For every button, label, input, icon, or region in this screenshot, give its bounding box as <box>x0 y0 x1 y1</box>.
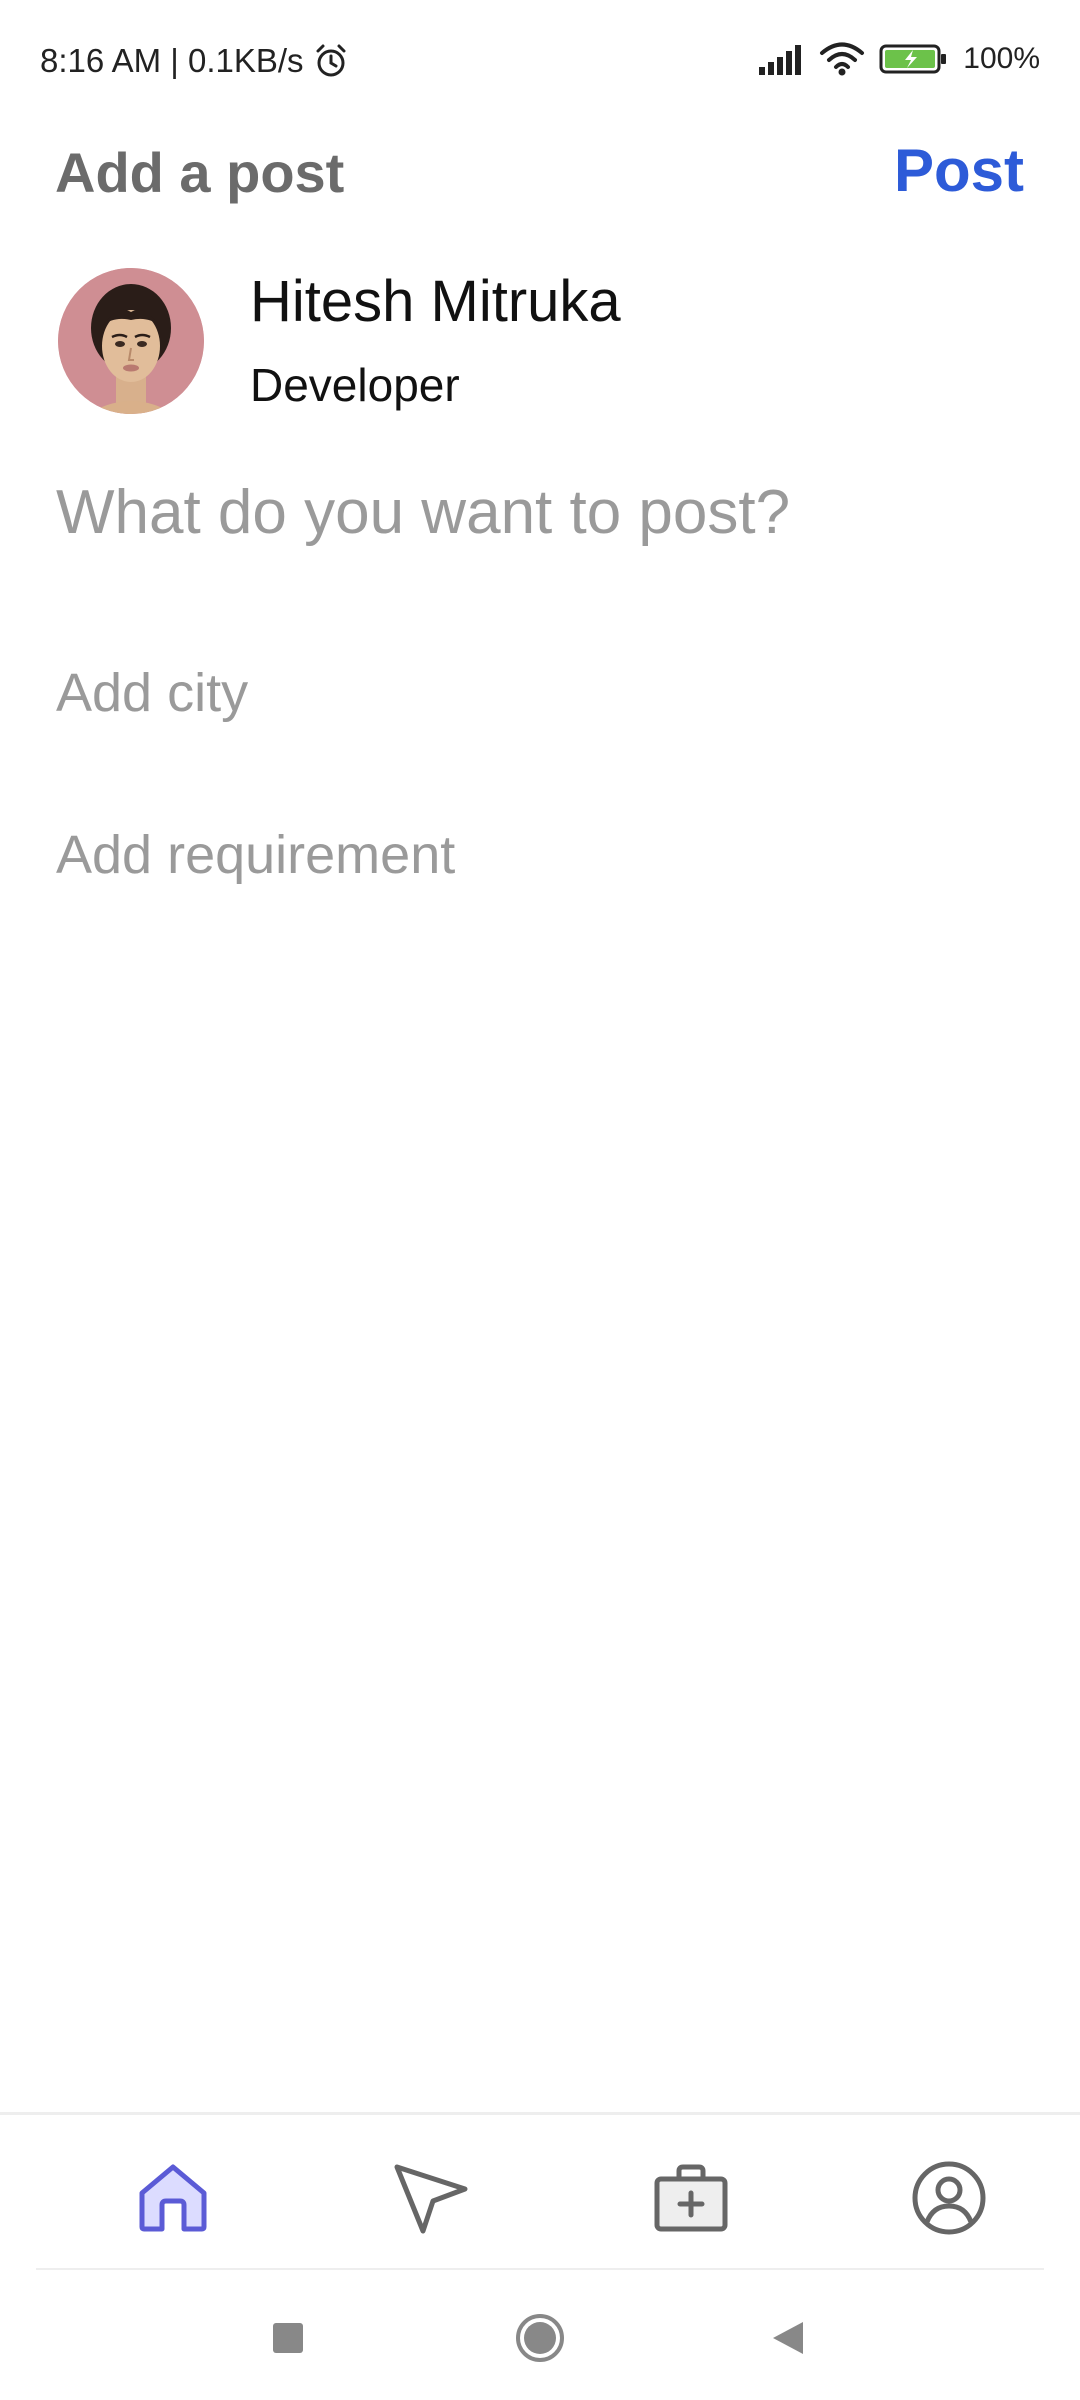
battery-icon <box>879 43 949 75</box>
system-nav <box>0 2272 1080 2400</box>
home-icon <box>136 2163 210 2238</box>
wifi-icon <box>819 42 865 76</box>
status-time: 8:16 AM | 0.1KB/s <box>40 42 304 79</box>
briefcase-icon <box>653 2163 729 2238</box>
status-right: 100% <box>757 42 1040 76</box>
nav-profile[interactable] <box>904 2155 994 2245</box>
user-role: Developer <box>250 359 460 411</box>
nav-jobs[interactable] <box>646 2155 736 2245</box>
send-icon <box>393 2161 469 2240</box>
requirement-input[interactable] <box>56 818 1024 892</box>
profile-icon <box>911 2160 987 2241</box>
user-name: Hitesh Mitruka <box>250 269 621 334</box>
system-home-button[interactable] <box>510 2310 570 2370</box>
circle-icon <box>514 2312 566 2369</box>
page-title: Add a post <box>55 141 345 204</box>
post-text-input[interactable] <box>56 470 1024 554</box>
back-triangle-icon <box>769 2318 807 2363</box>
status-bar: 8:16 AM | 0.1KB/s 100% <box>0 0 1080 130</box>
signal-icon <box>757 43 805 75</box>
battery-percent: 100% <box>963 42 1040 75</box>
avatar <box>58 268 204 414</box>
bottom-nav <box>0 2112 1080 2275</box>
nav-home[interactable] <box>128 2155 218 2245</box>
alarm-icon <box>312 42 350 80</box>
user-info: Hitesh Mitruka Developer <box>58 268 1018 418</box>
square-icon <box>271 2321 305 2360</box>
recent-apps-button[interactable] <box>258 2310 318 2370</box>
system-back-button[interactable] <box>758 2310 818 2370</box>
post-button[interactable]: Post <box>894 136 1024 205</box>
nav-send[interactable] <box>386 2155 476 2245</box>
status-left: 8:16 AM | 0.1KB/s <box>40 42 350 80</box>
header: Add a post Post <box>0 130 1080 230</box>
nav-divider <box>36 2268 1044 2270</box>
add-post-screen: 8:16 AM | 0.1KB/s 100% Add a post Post H… <box>0 0 1080 2400</box>
city-input[interactable] <box>56 656 1024 730</box>
